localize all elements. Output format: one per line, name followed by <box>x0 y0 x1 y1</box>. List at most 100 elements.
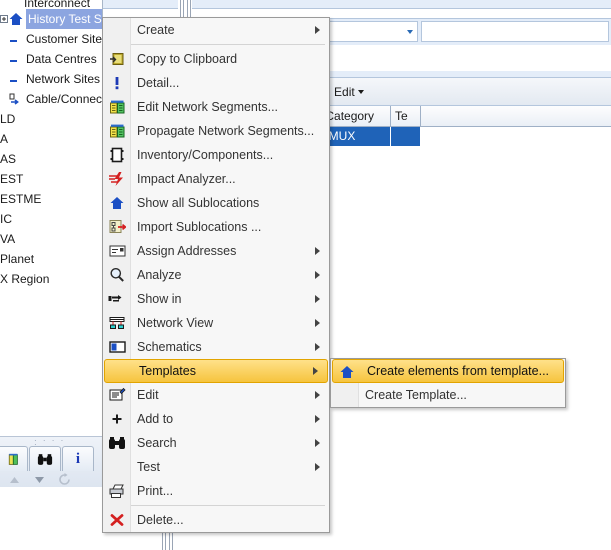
menu-item-create[interactable]: Create <box>103 18 329 42</box>
submenu-item-create-template[interactable]: Create Template... <box>331 383 565 407</box>
splitter-top[interactable] <box>178 0 192 17</box>
schematic-icon <box>105 335 129 359</box>
edit-note-icon <box>105 383 129 407</box>
chevron-down-icon <box>357 89 364 94</box>
menu-item-detail[interactable]: Detail... <box>103 71 329 95</box>
menu-item-impact-analyzer[interactable]: Impact Analyzer... <box>103 167 329 191</box>
menu-item-propagate-network-segments[interactable]: Propagate Network Segments... <box>103 119 329 143</box>
menu-item-search[interactable]: Search <box>103 431 329 455</box>
sidebar-item-data-centres[interactable]: Data Centres <box>0 49 102 69</box>
segments-icon <box>105 119 129 143</box>
sidebar-item-label: ESTME <box>0 192 42 206</box>
menu-item-assign-addresses[interactable]: Assign Addresses <box>103 239 329 263</box>
address-card-icon <box>105 239 129 263</box>
menu-item-test[interactable]: Test <box>103 455 329 479</box>
clipboard-icon <box>105 47 129 71</box>
menu-item-label: Impact Analyzer... <box>137 172 236 186</box>
sidebar-item-label: History Test Site <box>26 9 102 29</box>
sidebar-item-network-sites[interactable]: Network Sites <box>0 69 102 89</box>
menu-item-add-to[interactable]: Add to <box>103 407 329 431</box>
menu-item-network-view[interactable]: Network View <box>103 311 329 335</box>
info-i-icon: i <box>75 450 81 467</box>
network-view-icon <box>105 311 129 335</box>
folder-line-icon <box>8 32 24 46</box>
info-tab[interactable]: i <box>62 446 94 471</box>
submenu-arrow-icon <box>315 271 320 279</box>
edit-menu[interactable]: Edit <box>334 82 364 102</box>
binoculars-icon <box>37 453 53 465</box>
blue-exclamation-icon <box>105 71 129 95</box>
menu-item-schematics[interactable]: Schematics <box>103 335 329 359</box>
menu-item-show-in[interactable]: Show in <box>103 287 329 311</box>
menu-item-templates[interactable]: Templates <box>104 359 328 383</box>
sidebar-item-ld[interactable]: LD <box>0 109 102 129</box>
menu-item-inventory-components[interactable]: Inventory/Components... <box>103 143 329 167</box>
folder-line-icon <box>8 72 24 86</box>
sidebar-item-label: IC <box>0 212 12 226</box>
search-tab[interactable] <box>29 446 61 471</box>
sidebar-item-label: VA <box>0 232 16 246</box>
menu-item-edit-network-segments[interactable]: Edit Network Segments... <box>103 95 329 119</box>
folder-line-icon <box>8 52 24 66</box>
red-x-icon <box>105 508 129 532</box>
menu-item-print[interactable]: Print... <box>103 479 329 503</box>
menu-item-copy-to-clipboard[interactable]: Copy to Clipboard <box>103 47 329 71</box>
expand-toggle-icon[interactable] <box>0 15 8 23</box>
menu-item-analyze[interactable]: Analyze <box>103 263 329 287</box>
sidebar-item-ic[interactable]: IC <box>0 209 102 229</box>
sidebar-item-estme[interactable]: ESTME <box>0 189 102 209</box>
sidebar-item-history-test-site[interactable]: History Test Site <box>0 9 102 29</box>
menu-item-label: Test <box>137 460 160 474</box>
operator-select[interactable]: = <box>318 21 418 42</box>
inventory-tab[interactable] <box>0 446 28 471</box>
menu-item-label: Inventory/Components... <box>137 148 274 162</box>
menu-item-label: Edit Network Segments... <box>137 100 279 114</box>
rack-outline-icon <box>105 143 129 167</box>
plus-icon <box>105 407 129 431</box>
edit-menu-label: Edit <box>334 84 355 99</box>
templates-submenu: Create elements from template... Create … <box>330 358 566 408</box>
sidebar-item-x-region[interactable]: X Region <box>0 269 102 289</box>
sidebar-item-va[interactable]: VA <box>0 229 102 249</box>
scroll-down-button[interactable] <box>33 475 46 485</box>
sidebar-item-a[interactable]: A <box>0 129 102 149</box>
menu-item-label: Show in <box>137 292 182 306</box>
submenu-arrow-icon <box>315 295 320 303</box>
refresh-button[interactable] <box>58 473 72 486</box>
sidebar-item-planet[interactable]: Planet <box>0 249 102 269</box>
site-home-icon <box>8 12 24 26</box>
menu-separator <box>131 505 325 506</box>
menu-item-import-sublocations[interactable]: Import Sublocations ... <box>103 215 329 239</box>
cell-te[interactable] <box>391 127 421 146</box>
sidebar-item-cable-connection[interactable]: Cable/Connection <box>0 89 102 109</box>
sidebar-item-as[interactable]: AS <box>0 149 102 169</box>
sidebar-item-label: X Region <box>0 272 50 286</box>
filter-value-input[interactable] <box>421 21 609 42</box>
submenu-item-create-elements-from-template[interactable]: Create elements from template... <box>332 359 564 383</box>
sidebar-item-label: Planet <box>0 252 35 266</box>
menu-item-label: Schematics <box>137 340 202 354</box>
menu-item-label: Create <box>137 23 175 37</box>
submenu-arrow-icon <box>315 415 320 423</box>
menu-item-edit[interactable]: Edit <box>103 383 329 407</box>
sidebar-item-label: EST <box>0 172 24 186</box>
caret-up-icon <box>10 476 19 483</box>
menu-item-label: Import Sublocations ... <box>137 220 262 234</box>
sidebar-item-est[interactable]: EST <box>0 169 102 189</box>
sidebar-item-label: Cable/Connection <box>26 92 103 106</box>
tree-panel: Interconnect History Test Site <box>0 0 103 436</box>
menu-item-label: Print... <box>137 484 174 498</box>
panel-drag-grip[interactable]: · · · · · <box>34 437 68 449</box>
pointing-hand-icon <box>105 287 129 311</box>
import-icon <box>105 215 129 239</box>
menu-item-show-all-sublocations[interactable]: Show all Sublocations <box>103 191 329 215</box>
menu-item-label: Assign Addresses <box>137 244 237 258</box>
sidebar-item-customer-sites[interactable]: Customer Sites <box>0 29 102 49</box>
menu-item-label: Add to <box>137 412 174 426</box>
scroll-up-button[interactable] <box>8 475 21 485</box>
submenu-arrow-icon <box>315 26 320 34</box>
column-header-te[interactable]: Te <box>391 106 421 126</box>
rack-icon <box>8 453 18 465</box>
menu-item-delete[interactable]: Delete... <box>103 508 329 532</box>
menu-item-label: Search <box>137 436 177 450</box>
